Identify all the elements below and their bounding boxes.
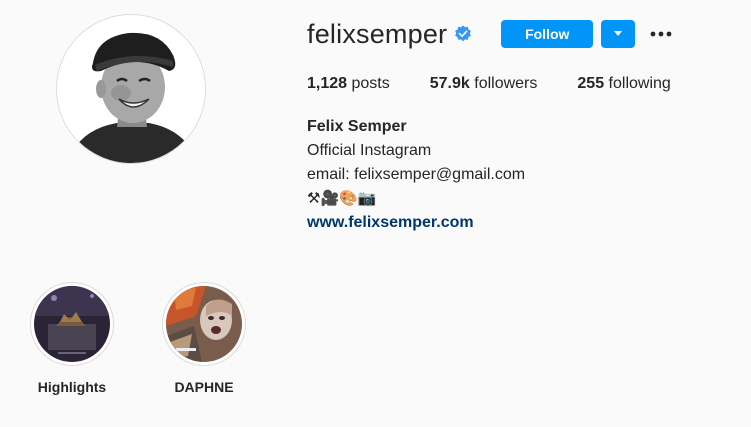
- bio-email: email: felixsemper@gmail.com: [307, 166, 526, 183]
- bio-emojis: ⚒🎥🎨📷: [307, 190, 377, 207]
- followers-count: 57.9k: [429, 75, 470, 92]
- highlight-ring: [162, 282, 246, 366]
- more-options-icon: [650, 31, 672, 37]
- avatar-photo: [57, 15, 205, 163]
- posts-label: posts: [351, 75, 390, 92]
- profile-header: felixsemper Follow: [307, 18, 673, 50]
- following-label: following: [608, 75, 671, 92]
- following-link[interactable]: 255 following: [577, 75, 670, 93]
- followers-label: followers: [474, 75, 538, 92]
- website-link[interactable]: www.felixsemper.com: [307, 214, 474, 231]
- profile-stats: 1,128 posts 57.9k followers 255 followin…: [307, 75, 711, 93]
- highlight-item[interactable]: DAPHNE: [154, 282, 254, 395]
- highlight-label: DAPHNE: [174, 379, 234, 395]
- posts-count: 1,128: [307, 75, 348, 92]
- highlight-item[interactable]: Highlights: [22, 282, 122, 395]
- highlight-label: Highlights: [37, 379, 107, 395]
- following-count: 255: [577, 75, 605, 92]
- suggestions-dropdown-button[interactable]: [601, 20, 636, 48]
- username: felixsemper: [307, 19, 448, 49]
- verified-badge-icon: [454, 25, 472, 43]
- profile-bio: Felix Semper Official Instagram email: f…: [307, 115, 525, 235]
- full-name: Felix Semper: [307, 118, 407, 135]
- profile-avatar[interactable]: [56, 14, 206, 164]
- highlight-cover-image: [34, 286, 110, 362]
- highlight-cover-image: [166, 286, 242, 362]
- bio-emoji-row: ⚒🎥🎨📷: [307, 187, 525, 211]
- posts-stat: 1,128 posts: [307, 75, 390, 93]
- caret-down-icon: [614, 31, 623, 36]
- bio-line: Official Instagram: [307, 142, 432, 159]
- followers-link[interactable]: 57.9k followers: [430, 75, 538, 93]
- highlight-ring: [30, 282, 114, 366]
- more-options-button[interactable]: [649, 22, 673, 46]
- follow-button[interactable]: Follow: [501, 20, 594, 48]
